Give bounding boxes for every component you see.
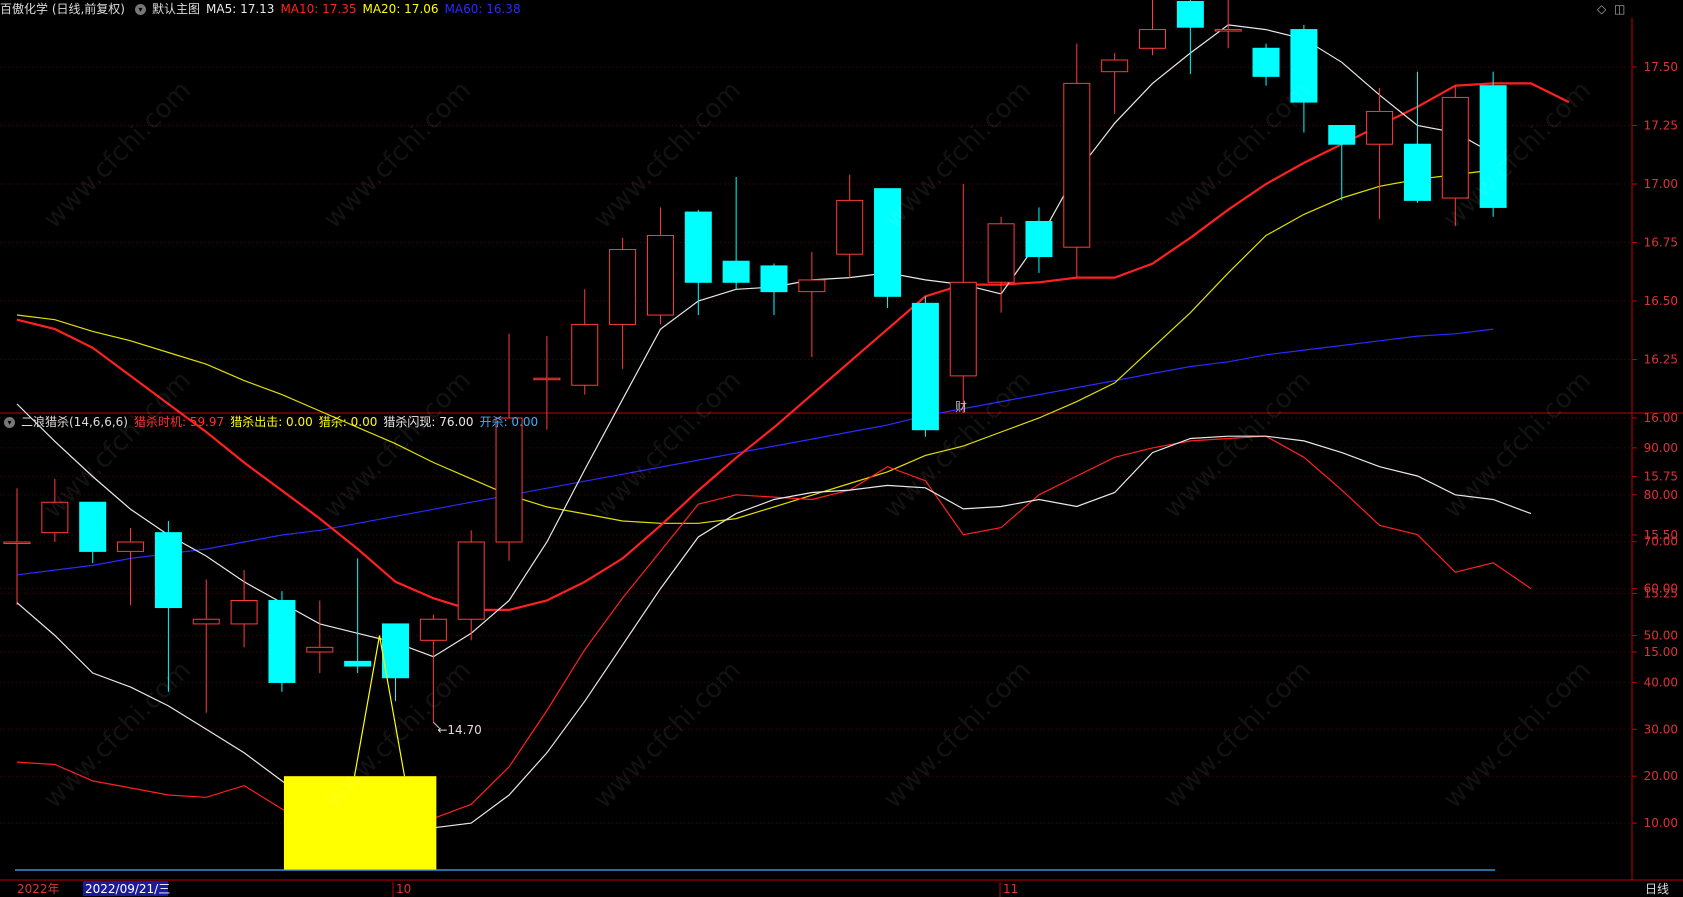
lie-sha-chu-ji-block [283, 776, 437, 870]
stock-title[interactable]: 百傲化学 (日线,前复权) [0, 0, 125, 18]
candle-body [836, 199, 864, 255]
lie-sha-shi-ji-value: 猎杀时机: 59.97 [133, 415, 225, 429]
candle-body [1101, 59, 1129, 73]
candle-body [533, 377, 561, 381]
candle-body [722, 260, 750, 283]
osc-tick-label: 80.00 [1644, 488, 1678, 502]
candle-body [1252, 47, 1280, 77]
price-tick-label: 17.00 [1644, 177, 1678, 191]
year-label: 2022年 [17, 882, 60, 896]
ma60-line [16, 328, 1494, 576]
low-price-label: ←14.70 [437, 723, 481, 737]
stock-chart-canvas[interactable]: 17.50 17.25 17.00 16.75 16.50 16.25 16.00 15.75… [0, 0, 1683, 897]
ma5-line [16, 24, 1494, 658]
osc-tick-label: 90.00 [1644, 441, 1678, 455]
candle-body [684, 211, 712, 283]
candle-body [457, 541, 485, 620]
price-tick-label: 15.00 [1644, 645, 1678, 659]
ma5-value: MA5: 17.13 [206, 2, 275, 16]
candle-body [117, 541, 145, 552]
candle-body [1328, 125, 1356, 145]
lie-sha-chu-ji-value: 猎杀出击: 0.00 [230, 415, 313, 429]
candle-body [306, 646, 334, 653]
candle-body [1366, 110, 1394, 145]
ma20-line [16, 169, 1494, 524]
candle-body [268, 600, 296, 683]
candle-body [382, 623, 409, 679]
osc-tick-label: 20.00 [1644, 769, 1678, 783]
candle-body [949, 281, 977, 377]
main-indicator-name[interactable]: 默认主图 [152, 0, 200, 18]
candle-body [1176, 0, 1204, 28]
candle-body [646, 234, 674, 316]
price-tick-label: 16.00 [1644, 411, 1678, 425]
oct-label: 10 [396, 882, 411, 896]
panel-toggle-icon[interactable]: ◫ [1614, 2, 1625, 16]
candle-body [192, 618, 220, 625]
osc-tick-label: 30.00 [1644, 722, 1678, 736]
osc-tick-label: 10.00 [1644, 816, 1678, 830]
diamond-icon[interactable]: ◇ [1597, 2, 1606, 16]
price-tick-label: 16.25 [1644, 353, 1678, 367]
candle-body [1441, 96, 1469, 199]
candle-body [911, 302, 939, 431]
candle-body [1214, 29, 1242, 32]
candle-body [1403, 143, 1431, 201]
candle-body [154, 532, 182, 609]
candle-body [571, 323, 599, 386]
candle-body [1290, 29, 1318, 103]
sub-indicator-name[interactable]: 二浪猎杀(14,6,6,6) [21, 413, 128, 431]
price-tick-label: 16.75 [1644, 236, 1678, 250]
osc-tick-label: 50.00 [1644, 629, 1678, 643]
candle-body [419, 618, 447, 641]
main-chart-header: 百傲化学 (日线,前复权) ▾ 默认主图 MA5: 17.13 MA10: 17… [0, 0, 527, 18]
price-tick-label: 17.50 [1644, 60, 1678, 74]
nov-label: 11 [1003, 882, 1018, 896]
candle-body [41, 501, 69, 534]
candle-body [495, 417, 523, 543]
finance-marker[interactable]: 财 [955, 398, 967, 415]
candle-body [344, 660, 372, 667]
period-label: 日线 [1645, 882, 1669, 896]
ma60-value: MA60: 16.38 [444, 2, 521, 16]
kai-sha-value: 开杀: 0.00 [479, 415, 539, 429]
osc-tick-label: 70.00 [1644, 535, 1678, 549]
indicator-menu-icon[interactable]: ▾ [135, 3, 146, 15]
sub-indicator-menu-icon[interactable]: ▾ [4, 416, 15, 428]
lie-sha-shan-xian-value: 猎杀闪现: 76.00 [383, 415, 474, 429]
lie-sha-value: 猎杀: 0.00 [318, 415, 378, 429]
candle-body [987, 223, 1015, 283]
ma20-value: MA20: 17.06 [362, 2, 439, 16]
osc-tick-label: 60.00 [1644, 582, 1678, 596]
price-tick-label: 16.50 [1644, 294, 1678, 308]
ma10-value: MA10: 17.35 [280, 2, 357, 16]
candle-body [1139, 29, 1166, 49]
candle-body [760, 265, 788, 293]
price-tick-label: 17.25 [1644, 119, 1678, 133]
price-tick-label: 15.75 [1644, 470, 1678, 484]
candle-body [1025, 220, 1053, 258]
candle-body [1063, 82, 1091, 248]
candle-body [1479, 85, 1507, 208]
candle-body [230, 600, 258, 625]
candle-body [798, 279, 826, 293]
current-date-label: 2022/09/21/三 [85, 882, 170, 896]
osc-tick-label: 40.00 [1644, 675, 1678, 689]
sub-chart-header: ▾ 二浪猎杀(14,6,6,6) 猎杀时机: 59.97 猎杀出击: 0.00 … [0, 413, 544, 431]
candle-body [609, 249, 637, 325]
candle-body [79, 501, 107, 552]
candle-body [3, 541, 31, 545]
candle-body [874, 188, 902, 297]
